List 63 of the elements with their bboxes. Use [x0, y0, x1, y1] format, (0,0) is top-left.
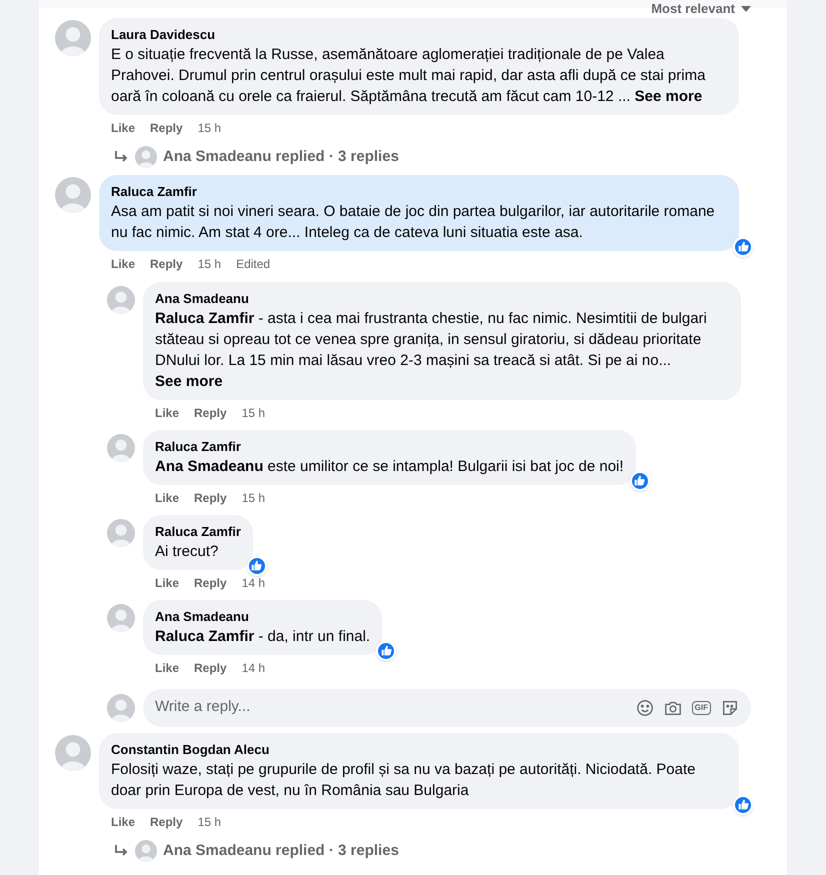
replies-summary-link[interactable]: Ana Smadeanu replied · 3 replies	[55, 136, 771, 168]
avatar[interactable]	[107, 694, 135, 722]
avatar[interactable]	[55, 176, 91, 212]
replies-summary-link[interactable]: Ana Smadeanu replied · 3 replies	[55, 830, 771, 862]
avatar[interactable]	[107, 604, 135, 632]
timestamp[interactable]: 15 h	[198, 814, 222, 830]
reply-input-field[interactable]: Write a reply... GIF	[143, 688, 751, 726]
author-name[interactable]: Ana Smadeanu	[155, 608, 370, 626]
timestamp[interactable]: 14 h	[242, 660, 266, 676]
comment-text: Folosiți waze, stați pe grupurile de profil și sa nu va bazați pe autorități. Niciodată. Poate doar prin Europa de vest, nu în România sau Bulgaria	[111, 760, 696, 800]
comment-text: E o situație frecventă la Russe, asemănătoare aglomerației tradiționale de pe Valea Prahovei. Drumul prin centrul orașului este mult mai rapid, dar asta afli după ce stai prima oară în coloană cu orele ca fraierul. Săptămâna trecută am făcut cam 10-12 ... See more	[111, 45, 706, 107]
see-more-link[interactable]: See more	[155, 372, 223, 390]
comment-action[interactable]: Reply	[194, 574, 227, 590]
avatar[interactable]	[135, 146, 157, 168]
avatar[interactable]	[135, 840, 157, 862]
timestamp[interactable]: 15 h	[242, 404, 266, 420]
comment-action[interactable]: Like	[111, 120, 136, 136]
avatar[interactable]	[107, 518, 135, 546]
smiley-icon[interactable]	[636, 698, 654, 716]
comment-text: Asa am patit si noi vineri seara. O bataie de joc din partea bulgarilor, iar autoritarile romane nu fac nimic. Am stat 4 ore... Inteleg ca de cateva luni situatia este asa.	[111, 202, 716, 242]
see-more-link[interactable]: See more	[634, 88, 702, 105]
replies-summary-text[interactable]: Ana Smadeanu replied · 3 replies	[163, 146, 399, 168]
gif-icon[interactable]: GIF	[692, 700, 711, 714]
author-name[interactable]: Laura Davidescu	[111, 26, 727, 44]
timestamp[interactable]: 15 h	[242, 490, 266, 506]
comment-action[interactable]: Like	[155, 660, 180, 676]
edited-label: Edited	[236, 256, 270, 272]
timestamp[interactable]: 14 h	[242, 574, 266, 590]
caret-icon[interactable]	[741, 6, 751, 12]
comment-action[interactable]: Reply	[194, 404, 227, 420]
avatar[interactable]	[55, 20, 91, 56]
comment-text: Raluca Zamfir - da, intr un final.	[155, 626, 370, 646]
like-reaction-icon[interactable]	[630, 470, 650, 490]
like-reaction-icon[interactable]	[733, 794, 753, 814]
author-name[interactable]: Raluca Zamfir	[155, 438, 624, 456]
author-name[interactable]: Constantin Bogdan Alecu	[111, 740, 727, 758]
comment-text: Raluca Zamfir - asta i cea mai frustranta chestie, nu fac nimic. Nesimtitii de bulgari stăteau si opreau tot ce venea spre granița, in sensul giratoriu, si dădeau prioritate DNului lor. La 15 min mai lăsau vreo 2-3 mașini sa treacă si atât. Si pe ai no... See more	[155, 308, 708, 392]
author-name[interactable]: Raluca Zamfir	[155, 522, 241, 540]
like-reaction-icon[interactable]	[733, 236, 753, 256]
comment-action[interactable]: Reply	[150, 814, 183, 830]
like-reaction-icon[interactable]	[246, 556, 267, 576]
comment-action[interactable]: Like	[155, 404, 180, 420]
like-reaction-icon[interactable]	[376, 640, 396, 660]
timestamp[interactable]: 15 h	[198, 256, 222, 272]
avatar[interactable]	[107, 434, 135, 462]
timestamp[interactable]: 15 h	[198, 120, 222, 136]
author-name[interactable]: Raluca Zamfir	[111, 182, 727, 200]
avatar[interactable]	[107, 286, 135, 314]
comment-action[interactable]: Like	[111, 256, 136, 272]
comment-action[interactable]: Like	[155, 490, 180, 506]
comment-text: Ai trecut?	[155, 542, 220, 562]
comment-action[interactable]: Reply	[150, 120, 183, 136]
comment-text: Ana Smadeanu este umilitor ce se intampla! Bulgarii isi bat joc de noi!	[155, 456, 624, 476]
sort-dropdown[interactable]: Most relevant	[651, 2, 735, 16]
comment-action[interactable]: Like	[155, 574, 180, 590]
avatar[interactable]	[55, 734, 91, 770]
comment-action[interactable]: Reply	[150, 256, 183, 272]
sticker-icon[interactable]	[721, 698, 739, 716]
author-name[interactable]: Ana Smadeanu	[155, 290, 729, 308]
comment-action[interactable]: Like	[111, 814, 136, 830]
comment-action[interactable]: Reply	[194, 490, 227, 506]
replies-summary-text[interactable]: Ana Smadeanu replied · 3 replies	[163, 840, 399, 862]
comment-action[interactable]: Reply	[194, 660, 227, 676]
